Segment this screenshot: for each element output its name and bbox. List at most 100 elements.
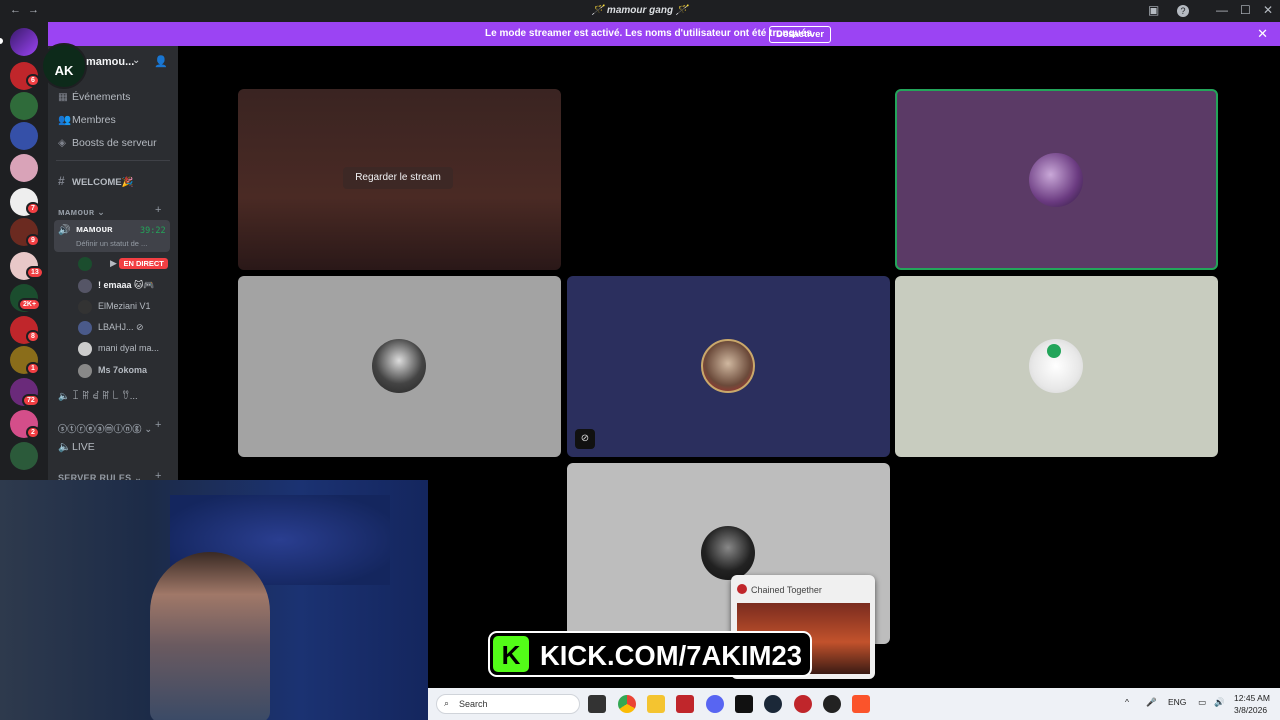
search-input[interactable]: ⌕ Search bbox=[436, 694, 580, 714]
boost-icon: ◈ bbox=[58, 137, 67, 149]
avatar bbox=[78, 341, 92, 356]
kick-banner: K KICK.COM/7AKIM23 bbox=[488, 631, 812, 677]
voice-member[interactable]: Ms 7okoma bbox=[78, 361, 147, 379]
chrome-icon[interactable] bbox=[618, 695, 636, 713]
server-header[interactable]: AK mamou... ⌄ 👤 bbox=[41, 43, 178, 89]
mention-badge: 13 bbox=[26, 266, 44, 279]
active-voice-channel[interactable]: 🔊 ᴍᴀᴍᴏᴜʀ 39:22 Définir un statut de ... bbox=[54, 220, 170, 252]
server-logo: AK bbox=[41, 43, 87, 89]
taskbar: ⌕ Search ^ 🎤 ENG ▭ 🔊 12:45 AM 3/8/2026 bbox=[428, 688, 1280, 720]
voice-channel-live[interactable]: 🔈LIVE bbox=[58, 438, 95, 456]
avatar bbox=[78, 320, 92, 335]
maximize-button[interactable]: ☐ bbox=[1240, 3, 1251, 17]
chevron-up-icon[interactable]: ^ bbox=[1125, 697, 1129, 707]
server-icon[interactable] bbox=[10, 122, 38, 150]
speaker-icon: 🔈 bbox=[58, 441, 72, 453]
banner-close-icon[interactable]: ✕ bbox=[1257, 26, 1268, 42]
server-rail: 6 7 9 13 2K+ 8 1 72 2 bbox=[0, 22, 48, 488]
add-channel-icon[interactable]: + bbox=[155, 419, 161, 431]
mention-badge: 9 bbox=[26, 234, 40, 247]
hash-icon: # bbox=[58, 174, 65, 188]
help-icon[interactable]: ? bbox=[1177, 5, 1189, 17]
app-icon[interactable] bbox=[735, 695, 753, 713]
sidebar-item-events[interactable]: ▦ Événements bbox=[58, 88, 130, 106]
calendar-icon: ▦ bbox=[58, 91, 68, 103]
task-view-icon[interactable] bbox=[588, 695, 606, 713]
kick-url: KICK.COM/7AKIM23 bbox=[540, 640, 802, 671]
avatar bbox=[701, 526, 755, 580]
channel-sidebar: AK mamou... ⌄ 👤 ▦ Événements 👥Membres ◈ Bo… bbox=[41, 43, 178, 488]
divider bbox=[56, 160, 170, 161]
sidebar-item-boosts[interactable]: ◈ Boosts de serveur bbox=[58, 134, 157, 152]
discord-icon[interactable] bbox=[706, 695, 724, 713]
search-icon: ⌕ bbox=[444, 698, 450, 708]
mention-badge: 8 bbox=[26, 330, 40, 343]
obs-icon[interactable] bbox=[823, 695, 841, 713]
server-icon[interactable] bbox=[10, 92, 38, 120]
webcam-overlay bbox=[0, 480, 428, 720]
file-explorer-icon[interactable] bbox=[647, 695, 665, 713]
video-tile[interactable] bbox=[238, 276, 561, 457]
video-tile-speaking[interactable] bbox=[895, 89, 1218, 270]
mention-badge: 1 bbox=[26, 362, 40, 375]
steam-icon[interactable] bbox=[764, 695, 782, 713]
channel-welcome[interactable]: # WELCOME🎉 bbox=[58, 172, 133, 190]
avatar bbox=[701, 339, 755, 393]
chevron-down-icon[interactable]: ⌄ bbox=[132, 55, 140, 66]
voice-member[interactable]: mani dyal ma... bbox=[78, 339, 159, 357]
mention-badge: 2 bbox=[26, 426, 40, 439]
clock-time[interactable]: 12:45 AM bbox=[1234, 693, 1270, 703]
avatar bbox=[372, 339, 426, 393]
muted-icon: ⊘ bbox=[136, 322, 144, 332]
app-icon[interactable] bbox=[676, 695, 694, 713]
disable-streamer-mode-button[interactable]: Désactiver bbox=[769, 26, 832, 43]
minimize-button[interactable]: — bbox=[1216, 3, 1228, 17]
invite-user-icon[interactable]: 👤 bbox=[154, 55, 168, 68]
stream-tile[interactable]: Regarder le stream bbox=[238, 89, 561, 270]
live-badge: EN DIRECT bbox=[119, 258, 168, 269]
avatar bbox=[78, 256, 92, 271]
person bbox=[150, 552, 270, 720]
window-titlebar: ← → 🪄 mamour gang 🪄 ▣ ? — ☐ ✕ bbox=[0, 0, 1280, 22]
banner-message: Le mode streamer est activé. Les noms d'… bbox=[485, 28, 815, 39]
avatar bbox=[78, 299, 92, 314]
server-icon[interactable] bbox=[10, 442, 38, 470]
language-indicator[interactable]: ENG bbox=[1168, 697, 1186, 707]
avatar bbox=[1029, 153, 1083, 207]
close-window-button[interactable]: ✕ bbox=[1263, 3, 1273, 17]
voice-user-name: ᴍᴀᴍᴏᴜʀ bbox=[76, 224, 113, 235]
category-header[interactable]: ⓢⓣⓡⓔⓐⓜⓘⓝⓖ ⌄ bbox=[58, 422, 152, 435]
inbox-icon[interactable]: ▣ bbox=[1148, 3, 1159, 17]
unread-pill bbox=[0, 38, 3, 44]
avatar bbox=[78, 278, 92, 293]
app-icon bbox=[737, 584, 747, 594]
brave-icon[interactable] bbox=[852, 695, 870, 713]
watch-stream-button[interactable]: Regarder le stream bbox=[343, 167, 453, 189]
avatar bbox=[78, 363, 92, 378]
voice-member[interactable]: LBAHJ... ⊘ bbox=[78, 318, 144, 336]
network-icon[interactable]: ▭ bbox=[1198, 697, 1206, 708]
server-icon[interactable] bbox=[10, 154, 38, 182]
video-tile[interactable]: ⊘ bbox=[567, 276, 890, 457]
mention-badge: 72 bbox=[22, 394, 40, 407]
volume-icon[interactable]: 🔊 bbox=[1214, 697, 1225, 708]
voice-channel[interactable]: 🔈 ꀤ ꂵ ꀸ ꂵ ꒒ ꀎ... bbox=[58, 388, 138, 406]
category-header[interactable]: ᴍᴀᴍᴏᴜʀ ⌄ bbox=[58, 207, 105, 218]
server-icon[interactable] bbox=[10, 28, 38, 56]
mic-icon[interactable]: 🎤 bbox=[1146, 697, 1157, 708]
clock-date[interactable]: 3/8/2026 bbox=[1234, 705, 1267, 715]
custom-status[interactable]: Définir un statut de ... bbox=[76, 239, 147, 248]
camera-icon: ▶ bbox=[110, 258, 117, 268]
add-channel-icon[interactable]: + bbox=[155, 204, 161, 216]
server-name[interactable]: mamou... bbox=[86, 56, 134, 68]
sidebar-item-members[interactable]: 👥Membres bbox=[58, 111, 116, 129]
game-icon[interactable] bbox=[794, 695, 812, 713]
speaker-icon: 🔈 bbox=[58, 391, 70, 402]
video-tile[interactable] bbox=[895, 276, 1218, 457]
voice-member[interactable]: ElMeziani V1 bbox=[78, 297, 151, 315]
speaker-icon: 🔊 bbox=[58, 225, 71, 236]
camera-off-icon: ⊘ bbox=[575, 429, 595, 449]
voice-member[interactable]: ▶ EN DIRECT bbox=[78, 254, 168, 272]
voice-member[interactable]: ! emaaa 🐱🎮 bbox=[78, 276, 155, 294]
preview-title: Chained Together bbox=[751, 585, 822, 595]
